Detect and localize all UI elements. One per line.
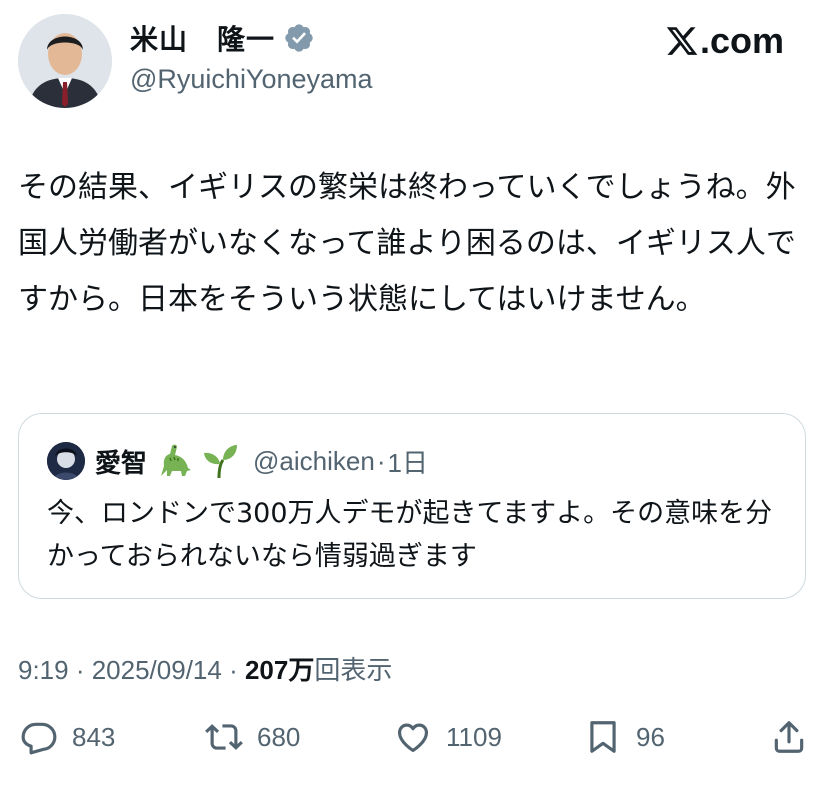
tweet-time[interactable]: 9:19 <box>18 655 69 685</box>
heart-icon <box>397 723 429 753</box>
verified-badge-icon <box>285 24 313 52</box>
author-handle[interactable]: @RyuichiYoneyama <box>130 64 373 95</box>
bookmark-button[interactable]: 96 <box>584 718 665 756</box>
reply-icon <box>21 722 57 755</box>
like-count: 1109 <box>446 721 502 752</box>
like-button[interactable]: 1109 <box>394 718 502 756</box>
x-com-brand: .com <box>665 20 784 62</box>
author-name[interactable]: 米山 隆一 <box>130 18 275 58</box>
quoted-tweet[interactable]: 愛智 @aichiken · 1日 今、ロンドンで300万人デモが起きてますよ。… <box>18 413 806 599</box>
seedling-icon <box>204 445 238 479</box>
views-label: 回表示 <box>314 655 393 685</box>
x-logo-icon <box>666 27 698 55</box>
author-avatar[interactable] <box>18 14 112 108</box>
tweet-date[interactable]: 2025/09/14 <box>92 655 222 685</box>
repost-button[interactable]: 680 <box>205 718 300 756</box>
tweet-text: その結果、イギリスの繁栄は終わっていくでしょうね。外国人労働者がいなくなって誰よ… <box>18 170 796 317</box>
quoted-tweet-header: 愛智 @aichiken · 1日 <box>47 442 428 480</box>
bookmark-count: 96 <box>636 721 665 752</box>
meta-separator-2: · <box>221 655 245 685</box>
quoted-author-photo <box>47 442 85 480</box>
repost-icon <box>205 724 243 750</box>
sauropod-dinosaur-icon <box>161 444 192 476</box>
tweet-meta: 9:19 · 2025/09/14 · 207万回表示 <box>18 650 392 687</box>
bookmark-icon <box>590 721 616 753</box>
views-count: 207万 <box>244 655 315 685</box>
share-icon <box>774 721 804 753</box>
author-photo <box>18 14 112 108</box>
quoted-author-name[interactable]: 愛智 <box>95 443 147 480</box>
share-button[interactable] <box>770 718 822 756</box>
reply-button[interactable]: 843 <box>20 718 115 756</box>
quoted-time[interactable]: 1日 <box>387 443 427 480</box>
reply-count: 843 <box>72 721 116 752</box>
action-bar: 843 680 1109 96 <box>0 718 828 766</box>
author-name-row[interactable]: 米山 隆一 <box>130 18 315 58</box>
quoted-author-avatar[interactable] <box>47 442 85 480</box>
quoted-separator: · <box>376 445 386 476</box>
repost-count: 680 <box>257 721 301 752</box>
brand-label: .com <box>699 20 784 61</box>
meta-separator-1: · <box>68 655 92 685</box>
quoted-author-handle[interactable]: @aichiken <box>253 446 375 477</box>
quoted-tweet-text: 今、ロンドンで300万人デモが起きてますよ。その意味を分かっておられないなら情弱… <box>47 498 773 572</box>
